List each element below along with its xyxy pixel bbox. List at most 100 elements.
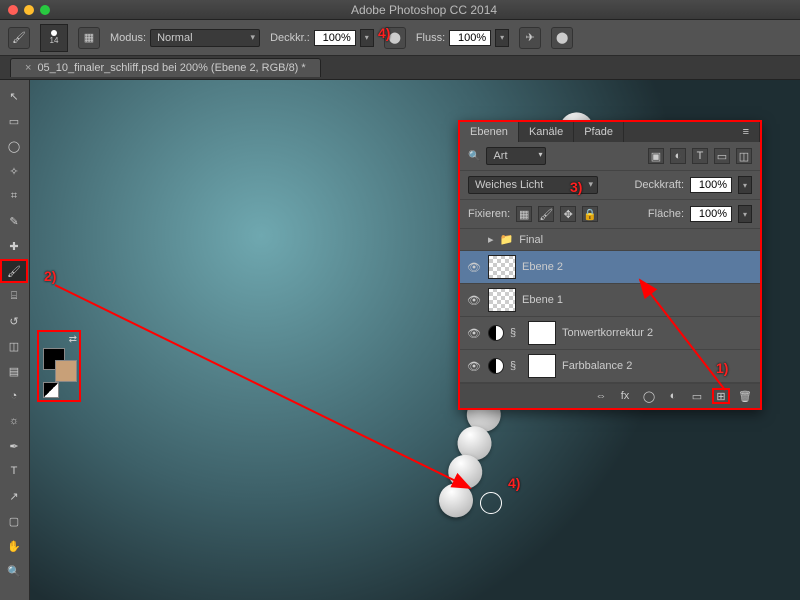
move-tool[interactable]: ↖ — [0, 84, 28, 108]
delete-layer-icon[interactable]: 🗑 — [736, 388, 754, 404]
layer-row-tonwert[interactable]: 👁 § Tonwertkorrektur 2 — [460, 317, 760, 350]
eraser-tool[interactable]: ◫ — [0, 334, 28, 358]
flow-label: Fluss: — [416, 32, 445, 44]
layer-opacity-dropdown-icon[interactable] — [738, 176, 752, 194]
default-colors-icon[interactable] — [43, 382, 59, 398]
adjustment-icon — [488, 325, 504, 341]
lasso-tool[interactable]: ◯ — [0, 134, 28, 158]
opacity-label: Deckkr.: — [270, 32, 310, 44]
crop-tool[interactable]: ⌗ — [0, 184, 28, 208]
layer-name[interactable]: Ebene 1 — [522, 294, 563, 306]
layer-row-ebene-2[interactable]: 👁 Ebene 2 — [460, 251, 760, 284]
new-adjustment-icon[interactable]: ◐ — [664, 388, 682, 404]
layer-name[interactable]: Tonwertkorrektur 2 — [562, 327, 653, 339]
new-layer-icon[interactable]: ⊞ — [712, 388, 730, 404]
filter-adjust-icon[interactable]: ◐ — [670, 148, 686, 164]
document-tab-bar: × 05_10_finaler_schliff.psd bei 200% (Eb… — [0, 56, 800, 80]
layers-panel-footer: ⇔ fx ◯ ◐ ▭ ⊞ 🗑 — [460, 383, 760, 408]
path-select-tool[interactable]: ↗ — [0, 484, 28, 508]
document-tab[interactable]: × 05_10_finaler_schliff.psd bei 200% (Eb… — [10, 58, 321, 77]
panel-menu-icon[interactable]: ≡ — [733, 122, 760, 142]
new-group-icon[interactable]: ▭ — [688, 388, 706, 404]
flow-input[interactable] — [449, 30, 491, 46]
expand-icon[interactable]: ▸ — [488, 233, 494, 246]
zoom-window-icon[interactable] — [40, 5, 50, 15]
layer-filter-kind-dropdown[interactable]: Art — [486, 147, 546, 165]
type-tool[interactable]: T — [0, 459, 28, 483]
tab-layers[interactable]: Ebenen — [460, 122, 519, 142]
filter-image-icon[interactable]: ▣ — [648, 148, 664, 164]
history-brush-tool[interactable]: ↺ — [0, 309, 28, 333]
filter-smart-icon[interactable]: ◫ — [736, 148, 752, 164]
close-window-icon[interactable] — [8, 5, 18, 15]
filter-shape-icon[interactable]: ▭ — [714, 148, 730, 164]
eyedropper-tool[interactable]: ✎ — [0, 209, 28, 233]
layer-thumbnail[interactable] — [488, 288, 516, 312]
layer-row-farbbalance[interactable]: 👁 § Farbbalance 2 — [460, 350, 760, 383]
dodge-tool[interactable]: ☼ — [0, 409, 28, 433]
link-layers-icon[interactable]: ⇔ — [592, 388, 610, 404]
shape-tool[interactable]: ▢ — [0, 509, 28, 533]
marquee-tool[interactable]: ▭ — [0, 109, 28, 133]
layer-opacity-label: Deckkraft: — [634, 179, 684, 191]
wand-tool[interactable]: ✧ — [0, 159, 28, 183]
brush-preset-picker[interactable]: 14 — [40, 24, 68, 52]
annotation-4-top: 4) — [378, 25, 390, 41]
folder-icon: 📁 — [500, 233, 514, 246]
swap-colors-icon[interactable]: ⇄ — [69, 334, 77, 345]
mask-thumbnail[interactable] — [528, 321, 556, 345]
gradient-tool[interactable]: ▤ — [0, 359, 28, 383]
layer-opacity-input[interactable] — [690, 177, 732, 193]
minimize-window-icon[interactable] — [24, 5, 34, 15]
background-color[interactable] — [55, 360, 77, 382]
annotation-4-canvas: 4) — [508, 475, 520, 491]
layer-name[interactable]: Final — [519, 234, 543, 246]
layer-row-group-final[interactable]: ▸ 📁 Final — [460, 229, 760, 251]
brush-size-value: 14 — [50, 36, 59, 45]
lock-position-icon[interactable]: ✥ — [560, 206, 576, 222]
left-toolbar: ↖ ▭ ◯ ✧ ⌗ ✎ ✚ 🖌 ⌸ ↺ ◫ ▤ ◔ ☼ ✒ T ↗ ▢ ✋ 🔍 — [0, 80, 30, 600]
fill-input[interactable] — [690, 206, 732, 222]
layer-name[interactable]: Ebene 2 — [522, 261, 563, 273]
annotation-2: 2) — [44, 268, 56, 284]
tab-paths[interactable]: Pfade — [574, 122, 624, 142]
visibility-toggle[interactable]: 👁 — [466, 294, 482, 307]
blur-tool[interactable]: ◔ — [0, 384, 28, 408]
document-tab-title: 05_10_finaler_schliff.psd bei 200% (Eben… — [37, 62, 305, 74]
healing-tool[interactable]: ✚ — [0, 234, 28, 258]
filter-text-icon[interactable]: T — [692, 148, 708, 164]
layer-list: ▸ 📁 Final 👁 Ebene 2 👁 Ebene 1 👁 § Tonwer… — [460, 229, 760, 383]
visibility-toggle[interactable]: 👁 — [466, 261, 482, 274]
blend-mode-dropdown[interactable]: Normal — [150, 29, 260, 47]
add-mask-icon[interactable]: ◯ — [640, 388, 658, 404]
mode-label: Modus: — [110, 32, 146, 44]
link-icon: § — [510, 327, 522, 339]
opacity-dropdown-icon[interactable] — [360, 29, 374, 47]
lock-paint-icon[interactable]: 🖌 — [538, 206, 554, 222]
brush-panel-toggle-icon[interactable]: ▦ — [78, 27, 100, 49]
lock-all-icon[interactable]: 🔒 — [582, 206, 598, 222]
brush-tool[interactable]: 🖌 — [0, 259, 28, 283]
fx-icon[interactable]: fx — [616, 388, 634, 404]
window-controls[interactable] — [8, 5, 50, 15]
lock-transparency-icon[interactable]: ▦ — [516, 206, 532, 222]
fill-dropdown-icon[interactable] — [738, 205, 752, 223]
current-tool-icon[interactable]: 🖌 — [8, 27, 30, 49]
close-tab-icon[interactable]: × — [25, 62, 31, 74]
stamp-tool[interactable]: ⌸ — [0, 284, 28, 308]
flow-dropdown-icon[interactable] — [495, 29, 509, 47]
visibility-toggle[interactable]: 👁 — [466, 327, 482, 340]
airbrush-toggle-icon[interactable]: ✈ — [519, 27, 541, 49]
pressure-size-icon[interactable]: ⬤ — [551, 27, 573, 49]
layer-name[interactable]: Farbbalance 2 — [562, 360, 632, 372]
visibility-toggle[interactable]: 👁 — [466, 360, 482, 373]
mask-thumbnail[interactable] — [528, 354, 556, 378]
search-icon: 🔍 — [468, 151, 480, 162]
pen-tool[interactable]: ✒ — [0, 434, 28, 458]
layer-thumbnail[interactable] — [488, 255, 516, 279]
zoom-tool[interactable]: 🔍 — [0, 559, 28, 583]
hand-tool[interactable]: ✋ — [0, 534, 28, 558]
tab-channels[interactable]: Kanäle — [519, 122, 574, 142]
opacity-input[interactable] — [314, 30, 356, 46]
layer-row-ebene-1[interactable]: 👁 Ebene 1 — [460, 284, 760, 317]
